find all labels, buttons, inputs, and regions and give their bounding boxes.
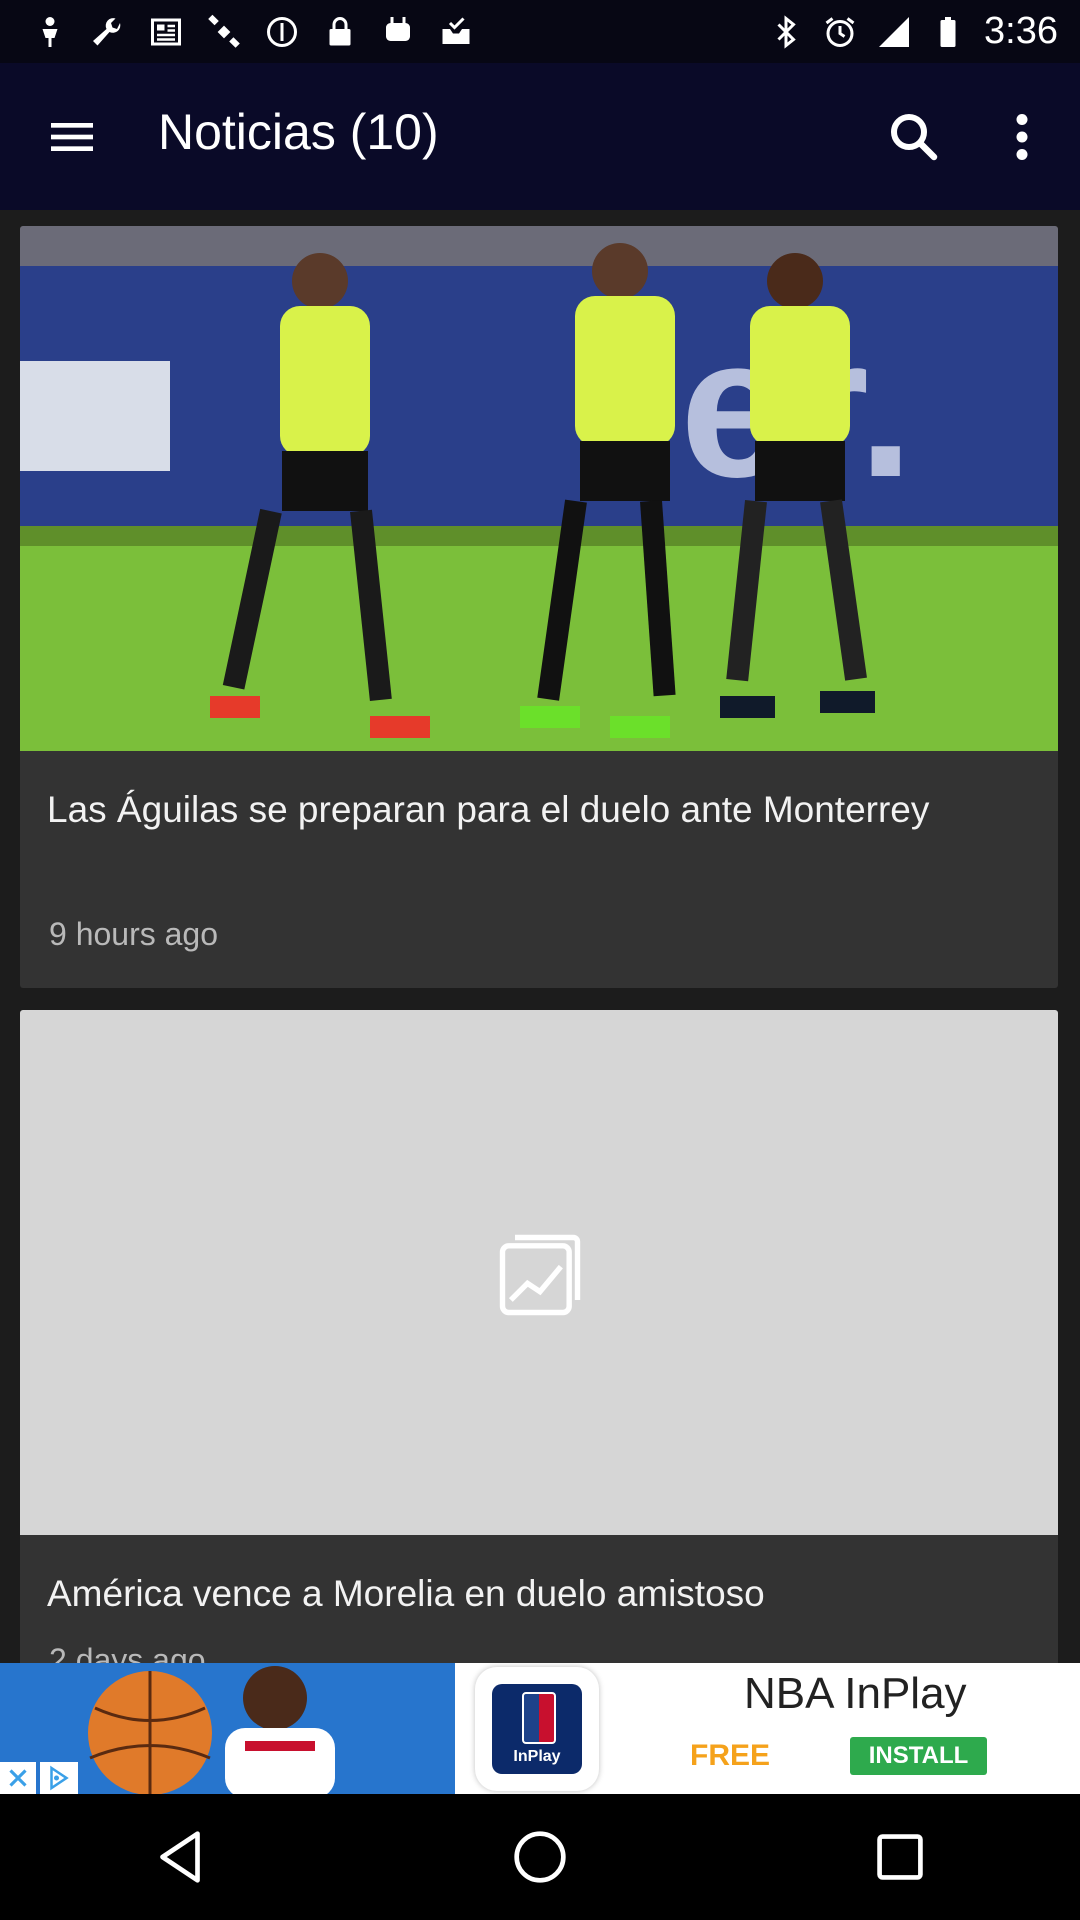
alarm-icon bbox=[825, 16, 855, 47]
ad-free-label: FREE bbox=[690, 1739, 771, 1772]
news-icon bbox=[151, 18, 181, 45]
article-photo[interactable]: er. bbox=[20, 226, 1058, 751]
lock-icon bbox=[329, 16, 351, 45]
recents-icon[interactable] bbox=[865, 1822, 935, 1892]
ad-close-button[interactable] bbox=[0, 1762, 36, 1794]
image-placeholder-icon bbox=[499, 1234, 581, 1316]
status-time: 3:36 bbox=[984, 10, 1058, 52]
bluetooth-icon bbox=[777, 14, 796, 49]
article-image-placeholder[interactable] bbox=[20, 1010, 1058, 1535]
blocked-icon bbox=[267, 16, 297, 47]
status-right-icons: 3:36 bbox=[768, 10, 1080, 53]
status-bar: 3:36 bbox=[0, 0, 1080, 63]
app-bar: Noticias (10) bbox=[0, 63, 1080, 210]
news-card[interactable]: América vence a Morelia en duelo amistos… bbox=[20, 1010, 1058, 1663]
ad-app-icon-label: InPlay bbox=[513, 1748, 561, 1765]
adchoices-button[interactable] bbox=[40, 1762, 78, 1794]
satellite-icon bbox=[208, 14, 240, 48]
ad-app-name[interactable]: NBA InPlay bbox=[744, 1669, 967, 1719]
article-title[interactable]: América vence a Morelia en duelo amistos… bbox=[47, 1569, 1007, 1618]
battery-icon bbox=[940, 16, 956, 47]
notification-icon bbox=[42, 16, 58, 47]
more-vert-icon[interactable] bbox=[1004, 107, 1040, 167]
article-time: 9 hours ago bbox=[49, 916, 219, 952]
inbox-icon bbox=[442, 16, 470, 44]
ad-app-icon[interactable]: InPlay bbox=[475, 1667, 599, 1791]
home-icon[interactable] bbox=[505, 1822, 575, 1892]
adchoices-icon[interactable] bbox=[44, 1763, 74, 1793]
hamburger-menu-icon[interactable] bbox=[44, 109, 100, 165]
close-icon[interactable] bbox=[3, 1763, 33, 1793]
article-title[interactable]: Las Águilas se preparan para el duelo an… bbox=[47, 785, 1007, 834]
signal-icon bbox=[879, 16, 910, 47]
system-nav-bar bbox=[0, 1794, 1080, 1920]
page-title: Noticias (10) bbox=[158, 104, 439, 160]
article-time: 2 days ago bbox=[49, 1642, 206, 1663]
news-feed[interactable]: er. Las Á bbox=[0, 210, 1080, 1663]
search-icon[interactable] bbox=[884, 107, 944, 167]
install-label[interactable]: INSTALL bbox=[869, 1742, 969, 1769]
wrench-icon bbox=[93, 17, 121, 45]
ad-banner[interactable]: InPlay NBA InPlay FREE INSTALL bbox=[0, 1663, 1080, 1794]
status-left-icons bbox=[0, 14, 474, 50]
news-card[interactable]: er. Las Á bbox=[20, 226, 1058, 988]
android-icon bbox=[386, 16, 410, 41]
back-icon[interactable] bbox=[145, 1822, 215, 1892]
ad-install-button[interactable]: INSTALL bbox=[850, 1737, 987, 1775]
